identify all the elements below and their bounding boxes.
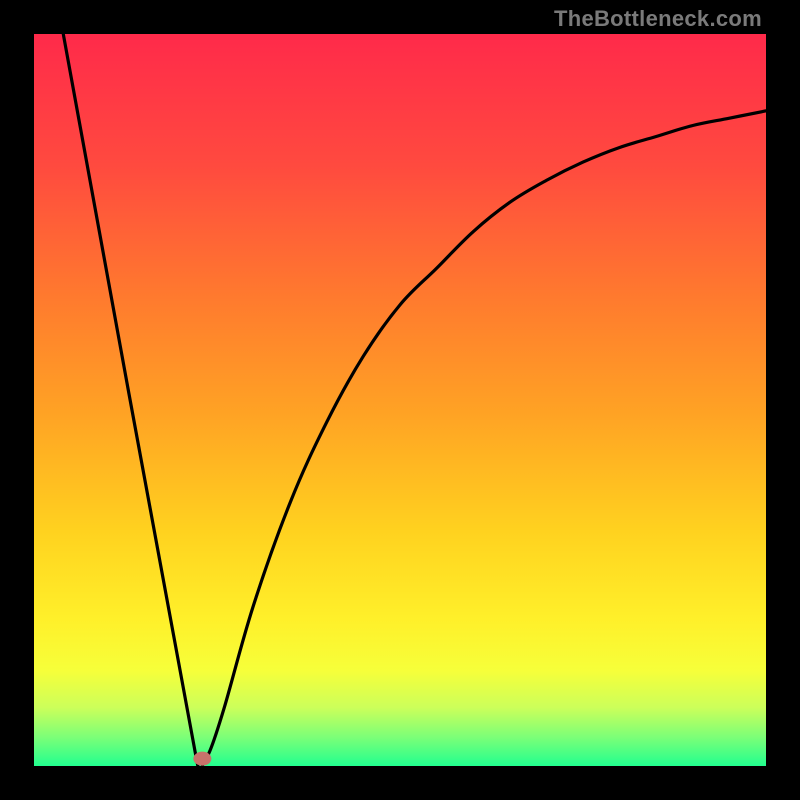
plot-area [34,34,766,766]
curve-minimum-marker [193,752,211,766]
watermark-text: TheBottleneck.com [554,6,762,32]
chart-frame: TheBottleneck.com [0,0,800,800]
bottleneck-curve [63,34,766,800]
curve-svg [34,34,766,766]
